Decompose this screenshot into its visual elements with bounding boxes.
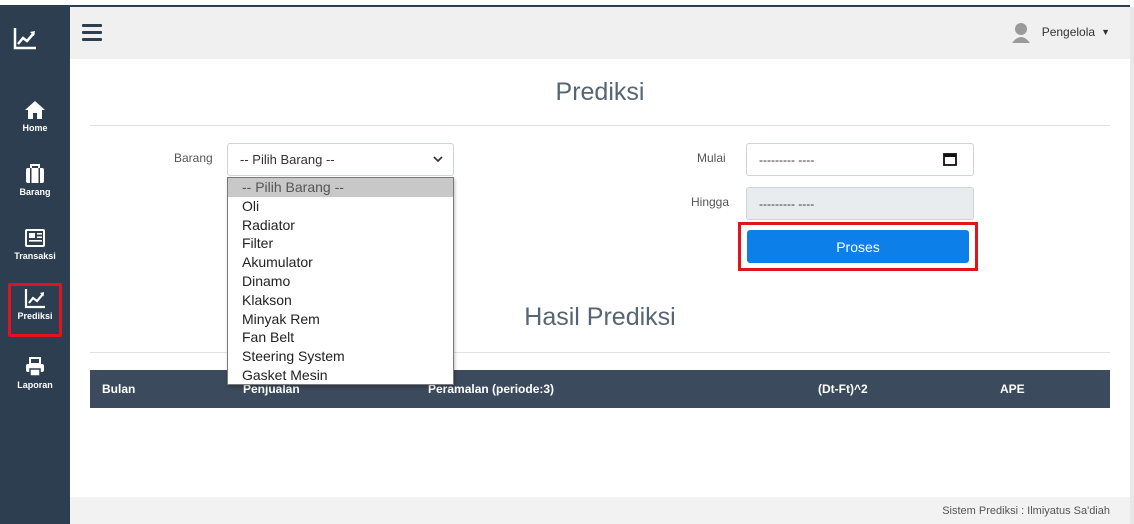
dropdown-option[interactable]: Radiator	[228, 216, 453, 235]
mulai-date-input[interactable]: --------- ----	[746, 143, 974, 176]
mulai-date-value: --------- ----	[759, 153, 815, 167]
chevron-down-icon	[433, 156, 443, 163]
sidebar-item-label: Home	[22, 123, 48, 133]
calendar-icon[interactable]	[943, 152, 957, 166]
dropdown-option[interactable]: Oli	[228, 197, 453, 216]
dropdown-option[interactable]: Filter	[228, 234, 453, 253]
column-header-error-squared: (Dt-Ft)^2	[818, 382, 868, 396]
sidebar-item-label: Barang	[19, 187, 51, 197]
page-scrollbar[interactable]	[1130, 7, 1134, 524]
barang-dropdown-list: -- Pilih Barang -- Oli Radiator Filter A…	[227, 177, 454, 385]
sidebar: Home Barang Transaksi Prediksi Laporan	[0, 7, 70, 524]
sidebar-item-label: Transaksi	[14, 251, 56, 261]
hamburger-menu-icon[interactable]	[82, 24, 102, 42]
caret-down-icon: ▼	[1101, 27, 1110, 37]
top-bar: Pengelola ▼	[70, 7, 1130, 59]
barang-label: Barang	[174, 151, 213, 165]
mulai-label: Mulai	[697, 151, 726, 165]
barang-select-value: -- Pilih Barang --	[240, 152, 335, 167]
footer-text: Sistem Prediksi : Ilmiyatus Sa'diah	[942, 505, 1110, 517]
user-name: Pengelola	[1041, 25, 1096, 39]
dropdown-option[interactable]: Akumulator	[228, 253, 453, 272]
dropdown-option[interactable]: Minyak Rem	[228, 310, 453, 329]
sidebar-item-prediksi[interactable]: Prediksi	[8, 283, 62, 337]
sidebar-item-laporan[interactable]: Laporan	[8, 352, 62, 406]
sidebar-item-transaksi[interactable]: Transaksi	[8, 223, 62, 277]
proses-button[interactable]: Proses	[747, 230, 969, 263]
hingga-label: Hingga	[691, 195, 730, 209]
dropdown-option[interactable]: Steering System	[228, 347, 453, 366]
divider	[90, 125, 1110, 126]
page-title: Prediksi	[555, 78, 645, 106]
hingga-date-input[interactable]: --------- ----	[746, 187, 974, 220]
sidebar-item-barang[interactable]: Barang	[8, 159, 62, 213]
sidebar-item-label: Laporan	[17, 380, 53, 390]
hingga-date-value: --------- ----	[759, 197, 815, 211]
column-header-bulan: Bulan	[102, 382, 136, 396]
dropdown-option[interactable]: Gasket Mesin	[228, 366, 453, 385]
dropdown-option[interactable]: Klakson	[228, 291, 453, 310]
chart-line-icon	[24, 289, 45, 309]
chart-logo-icon[interactable]	[12, 25, 38, 51]
dropdown-option[interactable]: Dinamo	[228, 272, 453, 291]
column-header-ape: APE	[1000, 382, 1025, 396]
briefcase-icon	[26, 164, 44, 183]
window-top-border	[0, 0, 1134, 7]
home-icon	[25, 101, 45, 119]
newspaper-icon	[25, 229, 45, 247]
barang-select[interactable]: -- Pilih Barang --	[227, 143, 454, 176]
dropdown-option[interactable]: -- Pilih Barang --	[228, 178, 453, 197]
footer: Sistem Prediksi : Ilmiyatus Sa'diah	[70, 497, 1130, 524]
printer-icon	[26, 357, 44, 377]
proses-highlight: Proses	[738, 222, 978, 271]
user-menu[interactable]: Pengelola ▼	[1010, 21, 1110, 43]
dropdown-option[interactable]: Fan Belt	[228, 328, 453, 347]
user-avatar-icon	[1011, 23, 1030, 43]
sidebar-item-home[interactable]: Home	[8, 95, 62, 149]
sidebar-item-label: Prediksi	[17, 311, 53, 321]
